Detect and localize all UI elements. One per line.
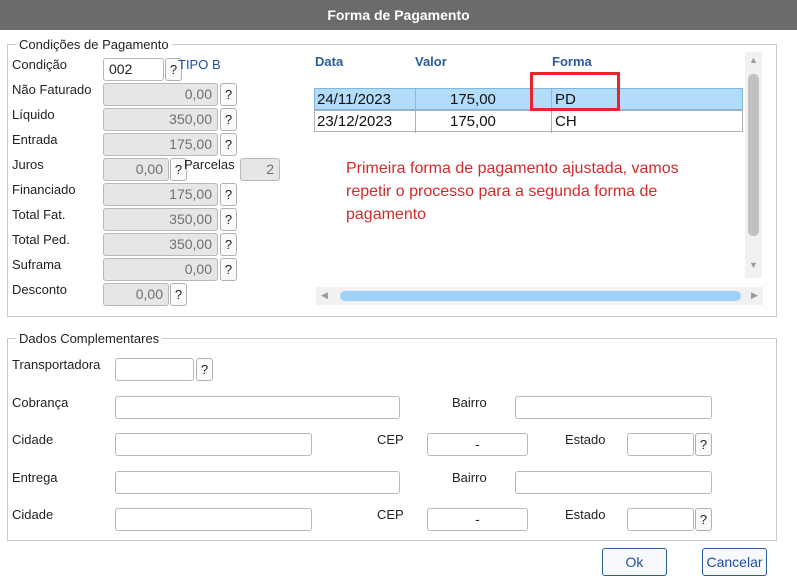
grid-horizontal-scrollbar[interactable]: ◀ ▶ [316,287,763,305]
grid-row[interactable]: 23/12/2023 175,00 CH [314,110,743,133]
highlight-box [530,72,620,111]
bairro-cobranca-input[interactable] [515,396,712,419]
cobranca-input[interactable] [115,396,400,419]
cep-entrega-input[interactable]: - [427,508,528,531]
annotation-line: repetir o processo para a segunda forma … [346,183,658,200]
nao-faturado-help-button[interactable]: ? [220,83,237,106]
juros-field: 0,00 [103,158,169,181]
grid-vertical-scrollbar[interactable]: ▲ ▼ [745,52,762,278]
bairro-cobranca-label: Bairro [452,395,487,410]
cidade-cobranca-label: Cidade [12,432,54,447]
cidade-cobranca-input[interactable] [115,433,312,456]
grid-header-forma[interactable]: Forma [552,54,592,69]
scroll-down-icon[interactable]: ▼ [745,260,762,270]
complementares-legend: Dados Complementares [16,331,163,346]
cep-cobranca-label: CEP [377,432,404,447]
estado-entrega-help-button[interactable]: ? [695,508,712,531]
desconto-field: 0,00 [103,283,169,306]
cep-entrega-label: CEP [377,507,404,522]
estado-entrega-label: Estado [565,507,606,522]
window-title: Forma de Pagamento [0,0,797,30]
financiado-help-button[interactable]: ? [220,183,237,206]
entrega-label: Entrega [12,470,58,485]
annotation-text: Primeira forma de pagamento ajustada, va… [346,157,746,226]
horizontal-scroll-thumb[interactable] [340,291,741,301]
juros-label: Juros [12,157,44,172]
cancelar-button[interactable]: Cancelar [702,548,767,576]
total-ped-label: Total Ped. [12,232,70,247]
transportadora-input[interactable] [115,358,194,381]
annotation-line: Primeira forma de pagamento ajustada, va… [346,160,679,177]
transportadora-help-button[interactable]: ? [196,358,213,381]
condicao-label: Condição [12,57,67,72]
estado-cobranca-label: Estado [565,432,606,447]
total-fat-field: 350,00 [103,208,218,231]
total-ped-help-button[interactable]: ? [220,233,237,256]
cep-cobranca-input[interactable]: - [427,433,528,456]
entrada-label: Entrada [12,132,58,147]
suframa-help-button[interactable]: ? [220,258,237,281]
total-ped-field: 350,00 [103,233,218,256]
transportadora-label: Transportadora [12,357,101,372]
entrada-field[interactable]: 175,00 [103,133,218,156]
estado-cobranca-input[interactable] [627,433,694,456]
suframa-field: 0,00 [103,258,218,281]
liquido-label: Líquido [12,107,55,122]
entrada-help-button[interactable]: ? [220,133,237,156]
total-fat-help-button[interactable]: ? [220,208,237,231]
grid-cell-forma: CH [555,113,577,130]
vertical-scroll-thumb[interactable] [748,74,759,236]
cobranca-label: Cobrança [12,395,69,410]
desconto-help-button[interactable]: ? [170,283,187,306]
ok-button[interactable]: Ok [602,548,667,576]
financiado-label: Financiado [12,182,76,197]
suframa-label: Suframa [12,257,62,272]
grid-column-separator [415,89,416,111]
annotation-line: pagamento [346,206,427,223]
total-fat-label: Total Fat. [12,207,66,222]
estado-entrega-input[interactable] [627,508,694,531]
scroll-right-icon[interactable]: ▶ [746,290,763,301]
entrega-input[interactable] [115,471,400,494]
estado-cobranca-help-button[interactable]: ? [695,433,712,456]
liquido-help-button[interactable]: ? [220,108,237,131]
grid-cell-data: 23/12/2023 [317,113,393,130]
scroll-up-icon[interactable]: ▲ [745,55,762,65]
nao-faturado-field: 0,00 [103,83,218,106]
condicao-input[interactable]: 002 [103,58,164,81]
grid-header-valor[interactable]: Valor [415,54,447,69]
grid-header-data[interactable]: Data [315,54,343,69]
grid-row-selected[interactable]: 24/11/2023 175,00 PD [314,88,743,111]
liquido-field: 350,00 [103,108,218,131]
grid-cell-data: 24/11/2023 [317,91,391,108]
bairro-entrega-input[interactable] [515,471,712,494]
grid-column-separator [415,111,416,133]
nao-faturado-label: Não Faturado [12,82,92,97]
scroll-left-icon[interactable]: ◀ [316,290,333,301]
condicoes-legend: Condições de Pagamento [16,37,172,52]
condicao-description: TIPO B [178,57,221,72]
grid-cell-valor: 175,00 [450,91,496,108]
parcelas-field: 2 [240,158,280,181]
bairro-entrega-label: Bairro [452,470,487,485]
parcelas-label: Parcelas [184,157,235,172]
cidade-entrega-label: Cidade [12,507,54,522]
grid-cell-valor: 175,00 [450,113,496,130]
financiado-field: 175,00 [103,183,218,206]
grid-column-separator [551,111,552,133]
cidade-entrega-input[interactable] [115,508,312,531]
desconto-label: Desconto [12,282,67,297]
